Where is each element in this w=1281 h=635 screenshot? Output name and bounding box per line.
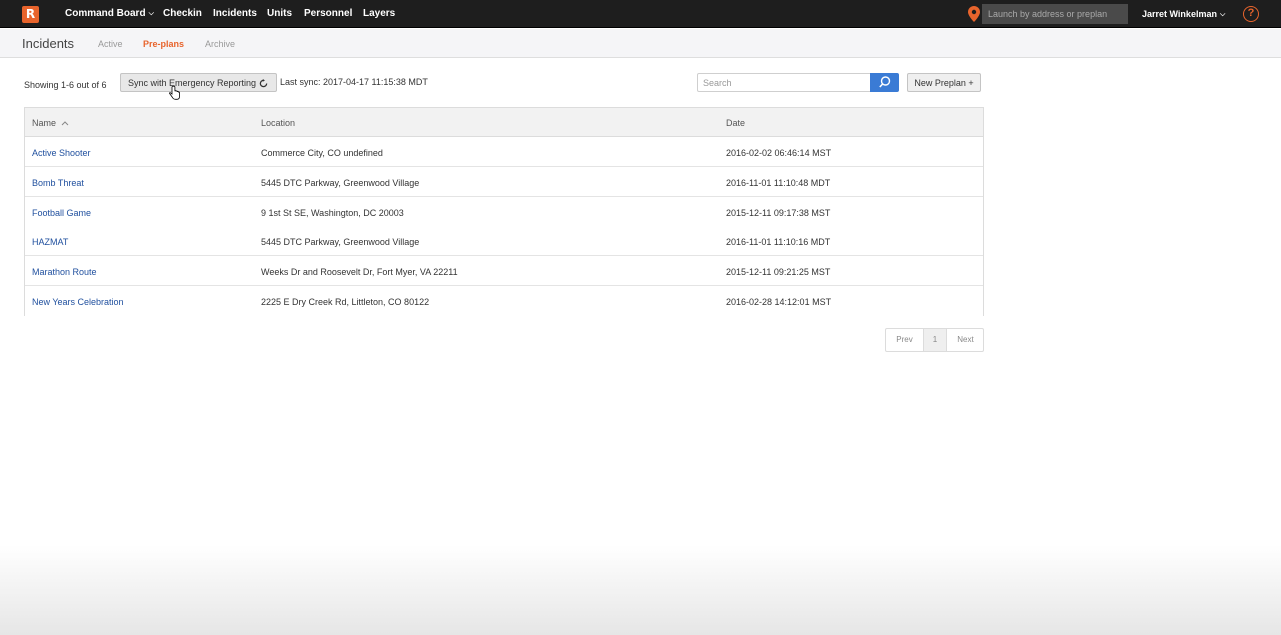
column-header-name[interactable]: Name: [32, 118, 69, 128]
pagination: Prev 1 Next: [885, 328, 984, 352]
next-page-button[interactable]: Next: [947, 329, 984, 351]
last-sync-text: Last sync: 2017-04-17 11:15:38 MDT: [280, 77, 428, 87]
preplan-date: 2016-02-02 06:46:14 MST: [726, 148, 832, 158]
table-row: New Years Celebration 2225 E Dry Creek R…: [25, 286, 983, 316]
table-row: Football Game 9 1st St SE, Washington, D…: [25, 197, 983, 227]
preplan-location: Commerce City, CO undefined: [261, 148, 383, 158]
preplan-name-link[interactable]: Active Shooter: [32, 148, 91, 158]
tab-pre-plans[interactable]: Pre-plans: [143, 39, 184, 49]
nav-units[interactable]: Units: [267, 8, 292, 19]
column-header-date[interactable]: Date: [726, 118, 745, 128]
search-button[interactable]: [870, 73, 899, 92]
bottom-fade: [0, 545, 1281, 635]
nav-command-board-label: Command Board: [65, 8, 146, 19]
search-icon: [879, 76, 891, 88]
preplan-name-link[interactable]: New Years Celebration: [32, 297, 124, 307]
preplan-date: 2016-02-28 14:12:01 MST: [726, 297, 832, 307]
preplans-table: Name Location Date Active Shooter Commer…: [24, 107, 984, 316]
preplan-date: 2016-11-01 11:10:16 MDT: [726, 237, 831, 247]
logo-icon[interactable]: R: [22, 6, 39, 23]
preplan-location: 5445 DTC Parkway, Greenwood Village: [261, 237, 420, 247]
tab-active[interactable]: Active: [98, 39, 123, 49]
column-header-name-label: Name: [32, 118, 57, 128]
nav-command-board[interactable]: Command Board ⌵: [65, 8, 154, 19]
page-title: Incidents: [22, 36, 75, 51]
preplan-name-link[interactable]: Football Game: [32, 208, 91, 218]
search-input[interactable]: [697, 73, 871, 92]
preplan-name-link[interactable]: HAZMAT: [32, 237, 68, 247]
tab-archive[interactable]: Archive: [205, 39, 235, 49]
sync-button[interactable]: Sync with Emergency Reporting: [120, 73, 277, 92]
preplan-location: 9 1st St SE, Washington, DC 20003: [261, 208, 404, 218]
preplan-location: 2225 E Dry Creek Rd, Littleton, CO 80122: [261, 297, 430, 307]
launch-search-input[interactable]: [982, 4, 1128, 24]
nav-personnel[interactable]: Personnel: [304, 8, 352, 19]
preplan-date: 2015-12-11 09:21:25 MST: [726, 267, 831, 277]
preplan-location: Weeks Dr and Roosevelt Dr, Fort Myer, VA…: [261, 267, 458, 277]
table-row: Bomb Threat 5445 DTC Parkway, Greenwood …: [25, 167, 983, 197]
nav-layers[interactable]: Layers: [363, 8, 395, 19]
new-preplan-button[interactable]: New Preplan +: [907, 73, 981, 92]
nav-checkin[interactable]: Checkin: [163, 8, 202, 19]
preplan-date: 2016-11-01 11:10:48 MDT: [726, 178, 831, 188]
sub-header: Incidents Active Pre-plans Archive: [0, 29, 1281, 58]
table-row: HAZMAT 5445 DTC Parkway, Greenwood Villa…: [25, 226, 983, 256]
top-navbar: R Command Board ⌵ Checkin Incidents Units…: [0, 0, 1281, 28]
user-menu[interactable]: Jarret Winkelman ⌵: [1142, 9, 1225, 20]
pointer-cursor-icon: [169, 86, 180, 100]
location-pin-icon: [968, 6, 980, 22]
user-name: Jarret Winkelman: [1142, 9, 1217, 19]
table-row: Marathon Route Weeks Dr and Roosevelt Dr…: [25, 256, 983, 286]
sort-ascending-icon: [61, 121, 68, 126]
nav-incidents[interactable]: Incidents: [213, 8, 257, 19]
column-header-location[interactable]: Location: [261, 118, 295, 128]
page-number-button[interactable]: 1: [923, 329, 947, 351]
chevron-down-icon: ⌵: [1219, 11, 1226, 18]
refresh-icon: [259, 79, 268, 88]
preplan-date: 2015-12-11 09:17:38 MST: [726, 208, 831, 218]
prev-page-button[interactable]: Prev: [886, 329, 923, 351]
preplan-location: 5445 DTC Parkway, Greenwood Village: [261, 178, 420, 188]
table-header: Name Location Date: [25, 108, 983, 137]
chevron-down-icon: ⌵: [148, 10, 154, 17]
preplan-name-link[interactable]: Bomb Threat: [32, 178, 84, 188]
preplan-name-link[interactable]: Marathon Route: [32, 267, 97, 277]
table-row: Active Shooter Commerce City, CO undefin…: [25, 137, 983, 167]
results-count: Showing 1-6 out of 6: [24, 80, 107, 90]
help-icon[interactable]: ?: [1243, 6, 1259, 22]
